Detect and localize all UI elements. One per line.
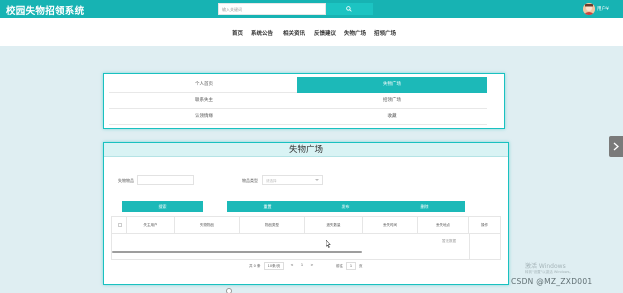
page-number[interactable]: 1 [298,262,306,270]
column-header[interactable]: 失主用户 [127,217,175,234]
avatar-image [583,3,595,15]
nav-item-news[interactable]: 相关资讯 [283,29,305,37]
item-type-placeholder: 请选择 [266,179,277,183]
goto-suffix: 页 [359,264,363,268]
windows-activation-title: 激活 Windows [525,263,566,270]
item-type-label: 物品类型 [242,178,258,183]
search-input[interactable]: 输入关键词 [218,3,326,15]
menu-item-profile[interactable]: 个人首页 [109,77,299,93]
nav-item-home[interactable]: 首页 [232,29,243,37]
csdn-watermark: CSDN @MZ_ZXD001 [511,277,593,286]
chevron-right-icon [613,142,619,151]
nav-item-found-square[interactable]: 招领广场 [374,29,396,37]
column-header[interactable]: 丢失地点 [418,217,469,234]
column-header[interactable]: 遗失数量 [305,217,363,234]
menu-item-lost-square[interactable]: 失物广场 [297,77,487,93]
item-type-select[interactable]: 请选择 [262,175,323,185]
scroll-indicator [226,288,232,293]
column-header[interactable]: 物品类型 [240,217,305,234]
user-menu-label[interactable]: 用户¥ [597,6,609,12]
menu-item-claims[interactable]: 认领情缘 [109,109,299,125]
publish-button[interactable]: 发布 [305,201,386,212]
search-button[interactable] [326,3,373,15]
lost-items-table: 失主用户 失物物品 物品类型 遗失数量 丢失时间 丢失地点 操作 暂无数据 [111,216,501,260]
user-menu-card: 个人首页 失物广场 联系失主 招领广场 认领情缘 收藏 [103,73,505,129]
empty-state-text: 暂无数据 [442,239,456,243]
prev-page-button[interactable]: < [288,262,296,270]
column-header: 操作 [481,223,488,227]
next-page-button[interactable]: > [308,262,316,270]
column-divider [469,234,470,259]
select-all-cell [112,217,127,234]
reset-button[interactable]: 重置 [227,201,308,212]
search-button[interactable]: 搜索 [122,201,203,212]
horizontal-scrollbar[interactable] [112,251,362,253]
table-header: 失主用户 失物物品 物品类型 遗失数量 丢失时间 丢失地点 操作 [112,217,500,234]
item-name-label: 失物物品 [118,178,134,183]
column-header[interactable]: 丢失时间 [363,217,418,234]
brand-title: 校园失物招领系统 [6,6,85,17]
nav-item-lost-square[interactable]: 失物广场 [344,29,366,37]
item-name-input[interactable] [137,175,194,185]
search-icon [346,6,352,12]
side-drawer-toggle[interactable] [609,136,623,157]
page-size-select[interactable]: 10条/页 [264,262,284,270]
menu-item-found-square[interactable]: 招领广场 [297,93,487,109]
avatar[interactable] [583,3,595,15]
main-nav: 首页 系统公告 相关资讯 反馈建议 失物广场 招领广场 [0,18,623,46]
windows-activation-subtitle: 转到"设置"以激活 Windows。 [525,270,573,274]
column-header[interactable]: 失物物品 [175,217,240,234]
chevron-down-icon [315,179,319,181]
goto-page-input[interactable]: 1 [346,262,356,270]
mouse-cursor-icon [326,240,331,248]
pagination-total: 共 0 条 [249,264,261,268]
select-all-checkbox[interactable] [118,223,122,227]
top-bar: 校园失物招领系统 输入关键词 用户¥ [0,0,623,18]
panel-title: 失物广场 [104,143,508,157]
delete-button[interactable]: 删除 [384,201,465,212]
nav-item-feedback[interactable]: 反馈建议 [314,29,336,37]
menu-item-contact-owner[interactable]: 联系失主 [109,93,299,109]
goto-label: 前往 [336,264,343,268]
menu-item-favorites[interactable]: 收藏 [297,109,487,125]
lost-square-panel: 失物广场 失物物品 物品类型 请选择 搜索 重置 发布 删除 失主用户 失物物品… [103,142,509,285]
nav-item-announcements[interactable]: 系统公告 [251,29,273,37]
